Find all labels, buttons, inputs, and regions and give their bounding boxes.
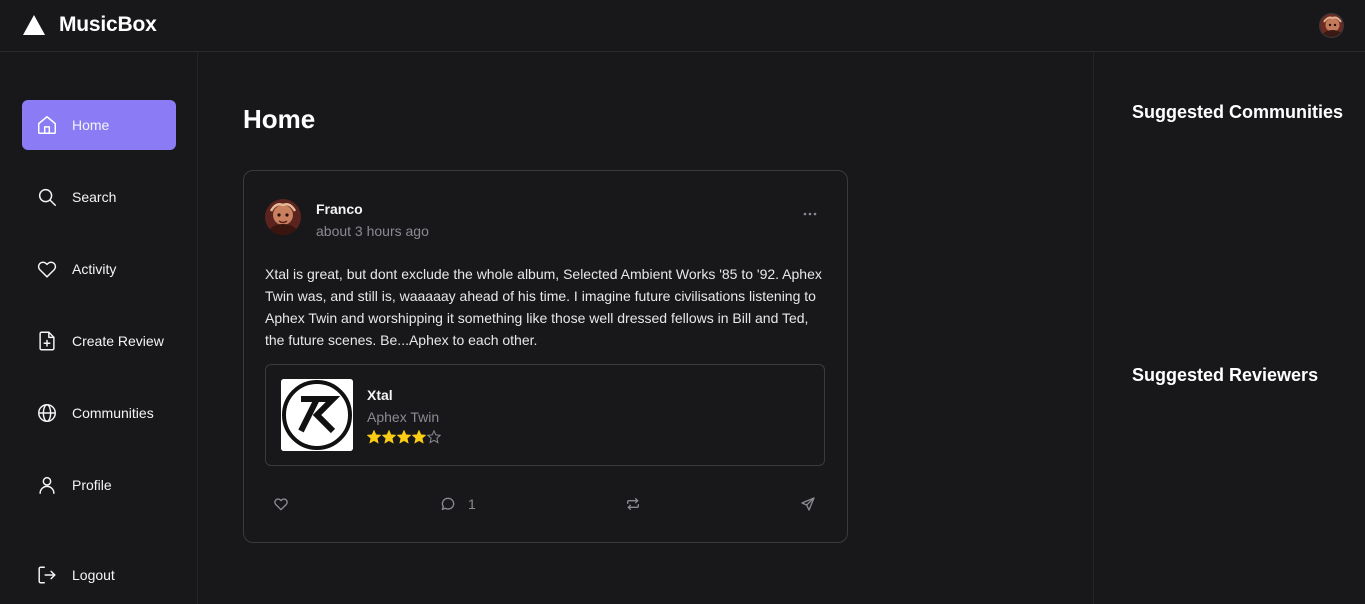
album-title: Xtal — [367, 387, 393, 403]
star-rating — [366, 429, 442, 444]
star-filled-icon — [366, 429, 382, 444]
page-title: Home — [243, 104, 316, 134]
review-post: Franco about 3 hours ago Xtal is great, … — [243, 170, 848, 543]
logout-button[interactable]: Logout — [22, 550, 176, 600]
sidebar-item-activity[interactable]: Activity — [22, 244, 176, 294]
top-bar: MusicBox — [0, 0, 1365, 52]
send-icon — [801, 497, 815, 511]
triangle-logo-icon[interactable] — [22, 14, 46, 36]
post-body: Xtal is great, but dont exclude the whol… — [265, 266, 822, 348]
home-icon — [38, 116, 56, 134]
star-filled-icon — [396, 429, 412, 444]
repost-button[interactable] — [625, 492, 641, 516]
brand-name[interactable]: MusicBox — [59, 13, 157, 37]
post-avatar[interactable] — [265, 199, 301, 235]
more-horizontal-icon[interactable] — [800, 207, 820, 221]
post-username[interactable]: Franco — [316, 201, 363, 217]
star-filled-icon — [381, 429, 397, 444]
user-avatar[interactable] — [1319, 13, 1344, 38]
share-button[interactable] — [800, 492, 816, 516]
sidebar-item-label: Home — [72, 117, 110, 133]
comment-count: 1 — [468, 496, 476, 512]
suggested-communities-heading: Suggested Communities — [1132, 102, 1344, 122]
sidebar-item-label: Communities — [72, 405, 154, 421]
comment-icon — [441, 497, 455, 510]
sidebar-item-label: Search — [72, 189, 117, 205]
album-card[interactable]: Xtal Aphex Twin — [265, 364, 825, 466]
star-empty-icon — [426, 429, 442, 444]
main-content: Home Franco about 3 hours ago Xtal is gr… — [198, 52, 1093, 604]
logout-icon — [38, 566, 56, 584]
album-artist: Aphex Twin — [367, 409, 440, 425]
repost-icon — [627, 498, 639, 510]
sidebar-item-home[interactable]: Home — [22, 100, 176, 150]
heart-icon — [37, 261, 57, 278]
search-icon — [38, 188, 56, 206]
sidebar-item-label: Activity — [72, 261, 117, 277]
suggested-reviewers-heading: Suggested Reviewers — [1132, 365, 1319, 385]
sidebar-item-create-review[interactable]: Create Review — [22, 316, 176, 366]
logout-label: Logout — [72, 567, 115, 583]
sidebar-item-label: Profile — [72, 477, 112, 493]
post-actions: 1 — [244, 492, 849, 516]
sidebar-item-communities[interactable]: Communities — [22, 388, 176, 438]
heart-icon — [274, 498, 288, 511]
right-sidebar: Suggested Communities Suggested Reviewer… — [1093, 52, 1365, 604]
like-button[interactable] — [273, 492, 289, 516]
album-cover — [281, 379, 353, 451]
sidebar-item-search[interactable]: Search — [22, 172, 176, 222]
sidebar-item-label: Create Review — [72, 333, 164, 349]
user-icon — [39, 476, 55, 494]
star-filled-icon — [411, 429, 427, 444]
sidebar: Home Search Activity Create Review Commu… — [0, 52, 198, 604]
globe-icon — [38, 404, 56, 422]
sidebar-item-profile[interactable]: Profile — [22, 460, 176, 510]
comment-button[interactable]: 1 — [440, 492, 476, 516]
post-timestamp: about 3 hours ago — [316, 223, 429, 239]
file-plus-icon — [39, 331, 55, 351]
